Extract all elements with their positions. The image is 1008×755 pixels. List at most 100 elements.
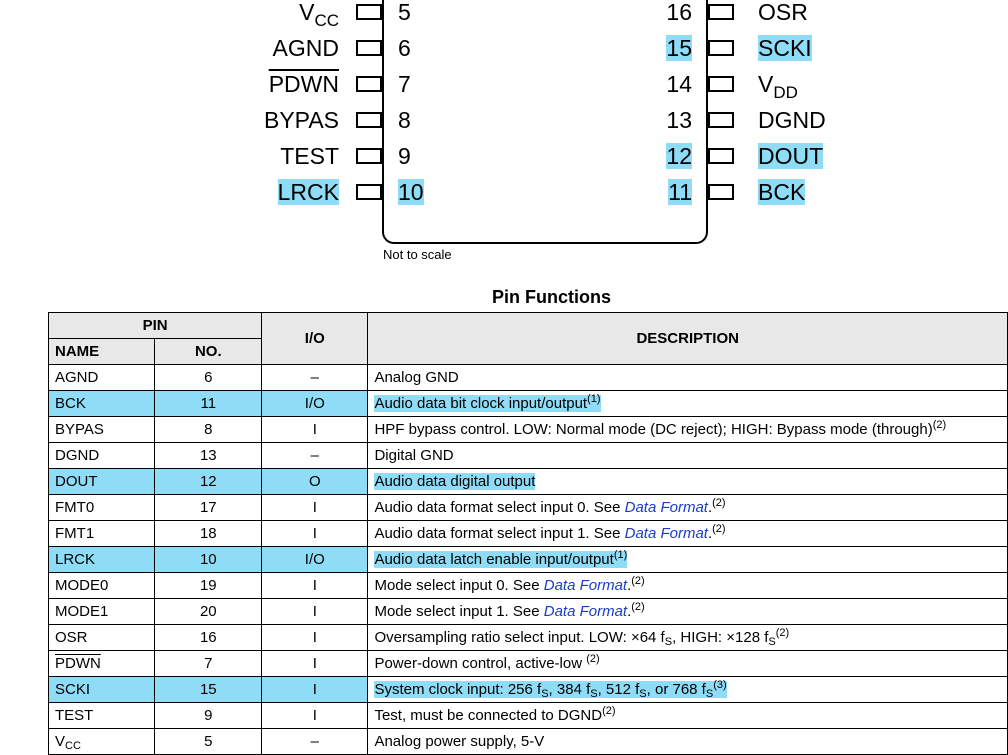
description-cell: Audio data digital output <box>367 468 1008 495</box>
right-pin-name: DOUT <box>758 142 824 170</box>
pin-number-text: 15 <box>666 35 692 61</box>
pin-number-cell: 15 <box>154 676 263 703</box>
pin-name-text: SCKI <box>758 35 812 61</box>
table-row: FMT0 17 I Audio data format select input 0.… <box>47 494 1008 521</box>
description-text: Analog GND <box>374 369 459 386</box>
pin-number-text: 10 <box>398 179 424 205</box>
io-header: I/O <box>261 312 369 365</box>
table-row: BYPAS 8 I HPF bypass control. LOW: Normal m… <box>47 416 1008 443</box>
pin-number-text: 9 <box>398 143 411 169</box>
io-cell: I <box>261 416 369 443</box>
io-cell: O <box>261 468 369 495</box>
pin-name-text: DGND <box>758 107 826 133</box>
description-text: Digital GND <box>374 447 454 464</box>
io-cell: I/O <box>261 390 369 417</box>
pin-name-text: BYPAS <box>264 107 339 133</box>
table-row: BCK 11 I/O Audio data bit clock input/outpu… <box>47 390 1008 417</box>
data-format-link[interactable]: Data Format <box>544 577 627 594</box>
pin-lead <box>356 4 382 20</box>
left-pin-name: BYPAS <box>264 106 339 134</box>
description-text: Audio data latch enable input/output(1) <box>374 549 628 568</box>
description-cell: Mode select input 0. See Data Format.(2) <box>367 572 1008 599</box>
description-cell: Digital GND <box>367 442 1008 469</box>
io-cell: I <box>261 676 369 703</box>
description-text: Power-down control, active-low (2) <box>374 653 600 673</box>
pin-name-text: TEST <box>280 143 339 169</box>
pin-name-cell: LRCK <box>47 546 156 573</box>
description-cell: Audio data bit clock input/output(1) <box>367 390 1008 417</box>
right-pin-number: 11 <box>668 178 692 206</box>
table-title: Pin Functions <box>492 287 611 307</box>
data-format-link[interactable]: Data Format <box>625 499 708 516</box>
not-to-scale-note: Not to scale <box>383 247 452 262</box>
left-pin-number: 10 <box>398 178 424 206</box>
description-text: Audio data format select input 0. See Da… <box>374 497 726 517</box>
table-row: SCKI 15 I System clock input: 256 fS, 384 f… <box>47 676 1008 703</box>
pin-number-cell: 13 <box>154 442 263 469</box>
pin-lead <box>708 4 734 20</box>
description-text: Mode select input 0. See Data Format.(2) <box>374 575 645 595</box>
pin-number-cell: 12 <box>154 468 263 495</box>
io-cell: I <box>261 650 369 677</box>
pin-number-cell: 18 <box>154 520 263 547</box>
left-pin-number: 5 <box>398 0 411 26</box>
pin-number-cell: 11 <box>154 390 263 417</box>
right-pin-name: DGND <box>758 106 826 134</box>
io-cell: I <box>261 572 369 599</box>
pin-number-cell: 10 <box>154 546 263 573</box>
pin-number-cell: 19 <box>154 572 263 599</box>
description-header: DESCRIPTION <box>367 312 1008 365</box>
pin-name-cell: FMT0 <box>47 494 156 521</box>
data-format-link[interactable]: Data Format <box>625 525 708 542</box>
pin-number-cell: 20 <box>154 598 263 625</box>
pin-name-text: PDWN <box>268 71 339 97</box>
right-pin-number: 15 <box>666 34 692 62</box>
left-pin-name: LRCK <box>277 178 339 206</box>
table-row: MODE0 19 I Mode select input 0. See Data Fo… <box>47 572 1008 599</box>
io-cell: – <box>261 364 369 391</box>
table-body: AGND 6– Analog GND BCK 11 I/O Audio data bit c… <box>47 364 1008 755</box>
pin-name-cell: PDWN <box>47 650 156 677</box>
description-text: Audio data bit clock input/output(1) <box>374 393 601 412</box>
pin-number-cell: 17 <box>154 494 263 521</box>
description-cell: Audio data latch enable input/output(1) <box>367 546 1008 573</box>
pin-number-text: 6 <box>398 35 411 61</box>
pin-number-text: 8 <box>398 107 411 133</box>
table-row: PDWN 7 I Power-down control, active-low (2) <box>47 650 1008 677</box>
pin-name-cell: DOUT <box>47 468 156 495</box>
pin-number-text: 5 <box>398 0 411 25</box>
pin-lead <box>708 112 734 128</box>
pin-name-cell: AGND <box>47 364 156 391</box>
left-pin-number: 8 <box>398 106 411 134</box>
table-row: TEST 9 I Test, must be connected to DGND(2) <box>47 702 1008 729</box>
right-pin-name: OSR <box>758 0 808 26</box>
pin-lead <box>356 184 382 200</box>
description-text: Audio data digital output <box>374 473 536 490</box>
right-pin-name: BCK <box>758 178 806 206</box>
right-pin-number: 16 <box>666 0 692 26</box>
pin-number-text: 7 <box>398 71 411 97</box>
pin-lead <box>356 148 382 164</box>
pin-lead <box>356 40 382 56</box>
right-pin-number: 12 <box>666 142 692 170</box>
pin-functions-table: PIN I/O DESCRIPTION NAME NO. AGND 6– Analo… <box>47 312 1008 755</box>
left-pin-number: 7 <box>398 70 411 98</box>
pin-lead <box>708 148 734 164</box>
description-text: HPF bypass control. LOW: Normal mode (DC… <box>374 419 947 439</box>
description-cell: Power-down control, active-low (2) <box>367 650 1008 677</box>
pin-number-text: 16 <box>666 0 692 25</box>
right-pin-number: 14 <box>666 70 692 98</box>
pin-lead <box>356 112 382 128</box>
description-text: Mode select input 1. See Data Format.(2) <box>374 601 645 621</box>
io-cell: I <box>261 702 369 729</box>
description-cell: HPF bypass control. LOW: Normal mode (DC… <box>367 416 1008 443</box>
data-format-link[interactable]: Data Format <box>544 603 627 620</box>
pin-number-cell: 9 <box>154 702 263 729</box>
pin-name-text: LRCK <box>277 179 339 205</box>
left-pin-number: 9 <box>398 142 411 170</box>
left-pin-name: VCC <box>299 0 339 35</box>
description-text: Test, must be connected to DGND(2) <box>374 705 616 725</box>
left-pin-name: TEST <box>280 142 339 170</box>
pin-lead <box>708 40 734 56</box>
io-cell: I <box>261 520 369 547</box>
